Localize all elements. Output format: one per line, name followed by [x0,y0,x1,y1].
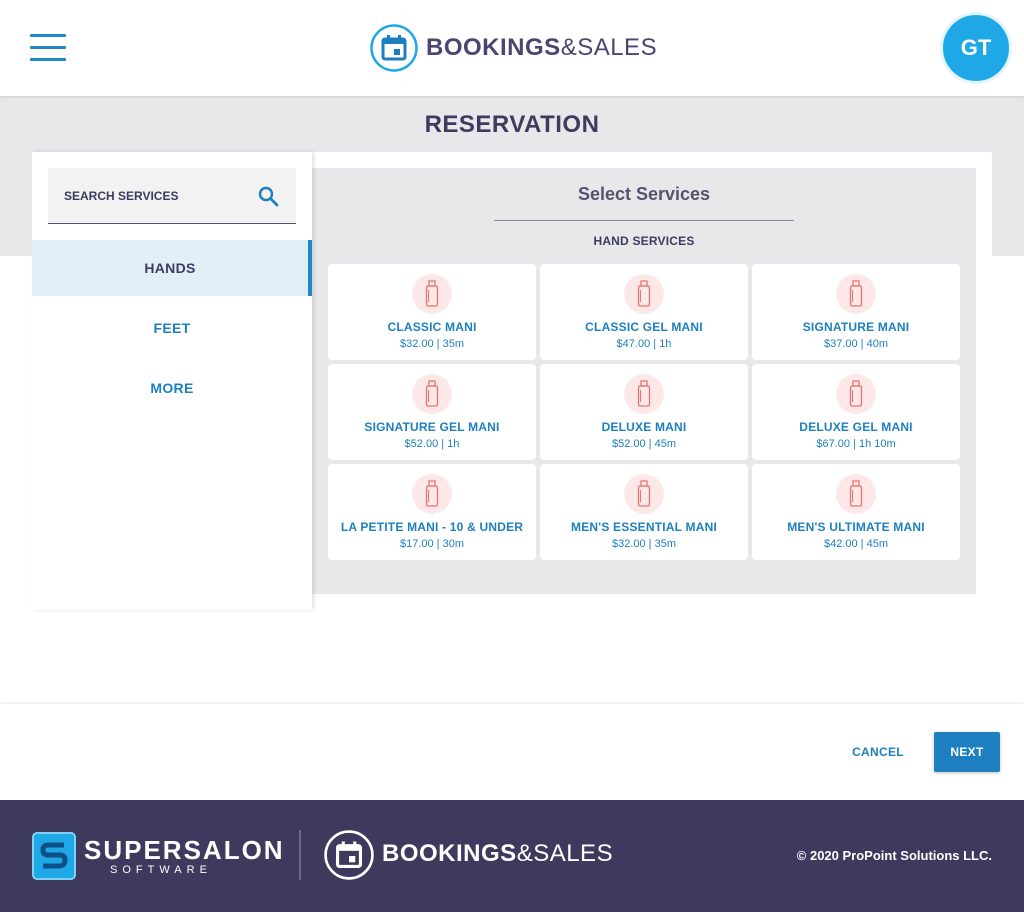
calendar-logo-icon [370,24,418,72]
bottle-icon [624,274,664,314]
meta-separator: | [433,338,443,350]
service-price: $52.00 [611,438,646,450]
service-tile[interactable]: SIGNATURE MANI $37.00 | 40m [752,264,960,360]
calendar-logo-icon [324,830,374,880]
service-price: $42.00 [823,538,858,550]
brand-logo[interactable]: BOOKINGS&SALES [370,24,657,72]
supersalon-sub: SOFTWARE [110,864,212,876]
service-name: SIGNATURE MANI [802,320,910,334]
service-duration: 35m [654,538,677,550]
menu-icon[interactable] [30,34,66,62]
section-label: HAND SERVICES [593,234,695,248]
service-price: $37.00 [823,338,858,350]
meta-separator: | [849,438,859,450]
search-box [48,168,296,224]
footer-brand-bold: BOOKINGS [382,840,517,867]
title-divider [494,220,794,221]
service-meta: $37.00 | 40m [752,338,960,350]
service-price: $47.00 [616,338,651,350]
category-sidebar: HANDSFEETMORE [32,152,312,610]
bottle-icon [412,374,452,414]
brand-name-bold: BOOKINGS [426,34,561,61]
service-name: DELUXE MANI [601,420,687,434]
supersalon-logo-icon [32,832,76,880]
service-tile[interactable]: DELUXE GEL MANI $67.00 | 1h 10m [752,364,960,460]
brand-name: BOOKINGS&SALES [426,34,657,62]
service-tile[interactable]: LA PETITE MANI - 10 & UNDER $17.00 | 30m [328,464,536,560]
service-name: CLASSIC GEL MANI [585,320,703,334]
sidebar-item-more[interactable]: MORE [32,360,312,416]
bottle-icon [624,374,664,414]
service-tile[interactable]: CLASSIC MANI $32.00 | 35m [328,264,536,360]
sidebar-item-hands[interactable]: HANDS [32,240,312,296]
meta-separator: | [433,538,443,550]
service-tile[interactable]: CLASSIC GEL MANI $47.00 | 1h [540,264,748,360]
bottle-icon [624,474,664,514]
service-name: LA PETITE MANI - 10 & UNDER [340,520,524,534]
brand-name-light: &SALES [560,34,658,61]
service-name: SIGNATURE GEL MANI [364,420,500,434]
service-name: MEN'S ULTIMATE MANI [787,520,925,534]
page-title: RESERVATION [424,111,600,138]
bottle-icon [412,274,452,314]
service-price: $32.00 [399,338,434,350]
bottle-icon [836,474,876,514]
service-duration: 35m [442,338,465,350]
service-price: $17.00 [399,538,434,550]
search-icon[interactable] [256,184,280,208]
footer-brand-name: BOOKINGS&SALES [382,840,613,868]
footer: SUPERSALON SOFTWARE BOOKINGS&SALES © 202… [0,800,1024,912]
sidebar-item-feet[interactable]: FEET [32,300,312,356]
service-price: $52.00 [404,438,439,450]
service-meta: $52.00 | 45m [540,438,748,450]
service-duration: 40m [866,338,889,350]
service-tile[interactable]: DELUXE MANI $52.00 | 45m [540,364,748,460]
service-tile[interactable]: MEN'S ESSENTIAL MANI $32.00 | 35m [540,464,748,560]
app-header: BOOKINGS&SALES GT [0,0,1024,96]
service-duration: 45m [866,538,889,550]
meta-separator: | [645,538,655,550]
service-meta: $17.00 | 30m [328,538,536,550]
supersalon-name: SUPERSALON [84,835,285,865]
service-tile[interactable]: MEN'S ULTIMATE MANI $42.00 | 45m [752,464,960,560]
service-name: MEN'S ESSENTIAL MANI [571,520,717,534]
service-name: DELUXE GEL MANI [799,420,913,434]
search-input[interactable] [64,168,254,223]
services-panel: Select Services HAND SERVICES CLASSIC MA… [312,168,976,594]
service-meta: $47.00 | 1h [540,338,748,350]
action-bar: CANCEL NEXT [0,704,1024,800]
service-meta: $32.00 | 35m [540,538,748,550]
cancel-button[interactable]: CANCEL [842,736,914,768]
reservation-card: HANDSFEETMORE Select Services HAND SERVI… [32,152,992,610]
service-meta: $67.00 | 1h 10m [752,438,960,450]
meta-separator: | [857,338,867,350]
service-price: $32.00 [611,538,646,550]
meta-separator: | [857,538,867,550]
service-tile[interactable]: SIGNATURE GEL MANI $52.00 | 1h [328,364,536,460]
service-meta: $32.00 | 35m [328,338,536,350]
meta-separator: | [645,438,655,450]
service-meta: $42.00 | 45m [752,538,960,550]
service-name: CLASSIC MANI [387,320,477,334]
meta-separator: | [650,338,660,350]
service-meta: $52.00 | 1h [328,438,536,450]
service-duration: 1h 10m [858,438,896,450]
bottle-icon [412,474,452,514]
user-avatar[interactable]: GT [940,12,1012,84]
service-duration: 45m [654,438,677,450]
service-duration: 1h [659,338,672,350]
footer-divider [299,830,301,880]
copyright-text: © 2020 ProPoint Solutions LLC. [796,848,992,863]
service-price: $67.00 [816,438,850,450]
service-duration: 30m [442,538,465,550]
next-button[interactable]: NEXT [934,732,1000,772]
bottle-icon [836,274,876,314]
footer-brand-light: &SALES [516,840,614,867]
bottle-icon [836,374,876,414]
meta-separator: | [438,438,448,450]
service-duration: 1h [447,438,460,450]
services-title: Select Services [577,184,711,204]
